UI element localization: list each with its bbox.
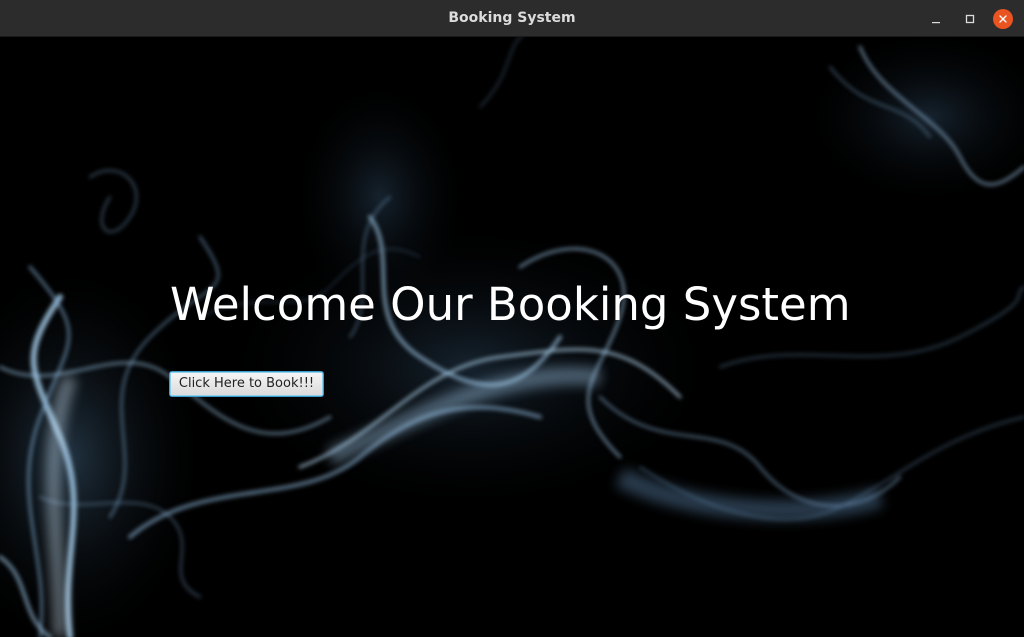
close-button[interactable] (993, 9, 1013, 29)
smoke-background-image (0, 37, 1024, 637)
main-content: Welcome Our Booking System Click Here to… (0, 37, 1024, 637)
minimize-icon (932, 22, 940, 24)
minimize-button[interactable] (926, 9, 946, 29)
window-title: Booking System (448, 10, 576, 26)
close-icon (999, 15, 1007, 23)
book-button[interactable]: Click Here to Book!!! (169, 371, 324, 397)
maximize-icon (965, 14, 975, 24)
app-window: Booking System Welcome Our Booking Syste… (0, 0, 1024, 637)
title-bar[interactable]: Booking System (0, 0, 1024, 37)
maximize-button[interactable] (960, 9, 980, 29)
welcome-heading: Welcome Our Booking System (170, 278, 851, 331)
